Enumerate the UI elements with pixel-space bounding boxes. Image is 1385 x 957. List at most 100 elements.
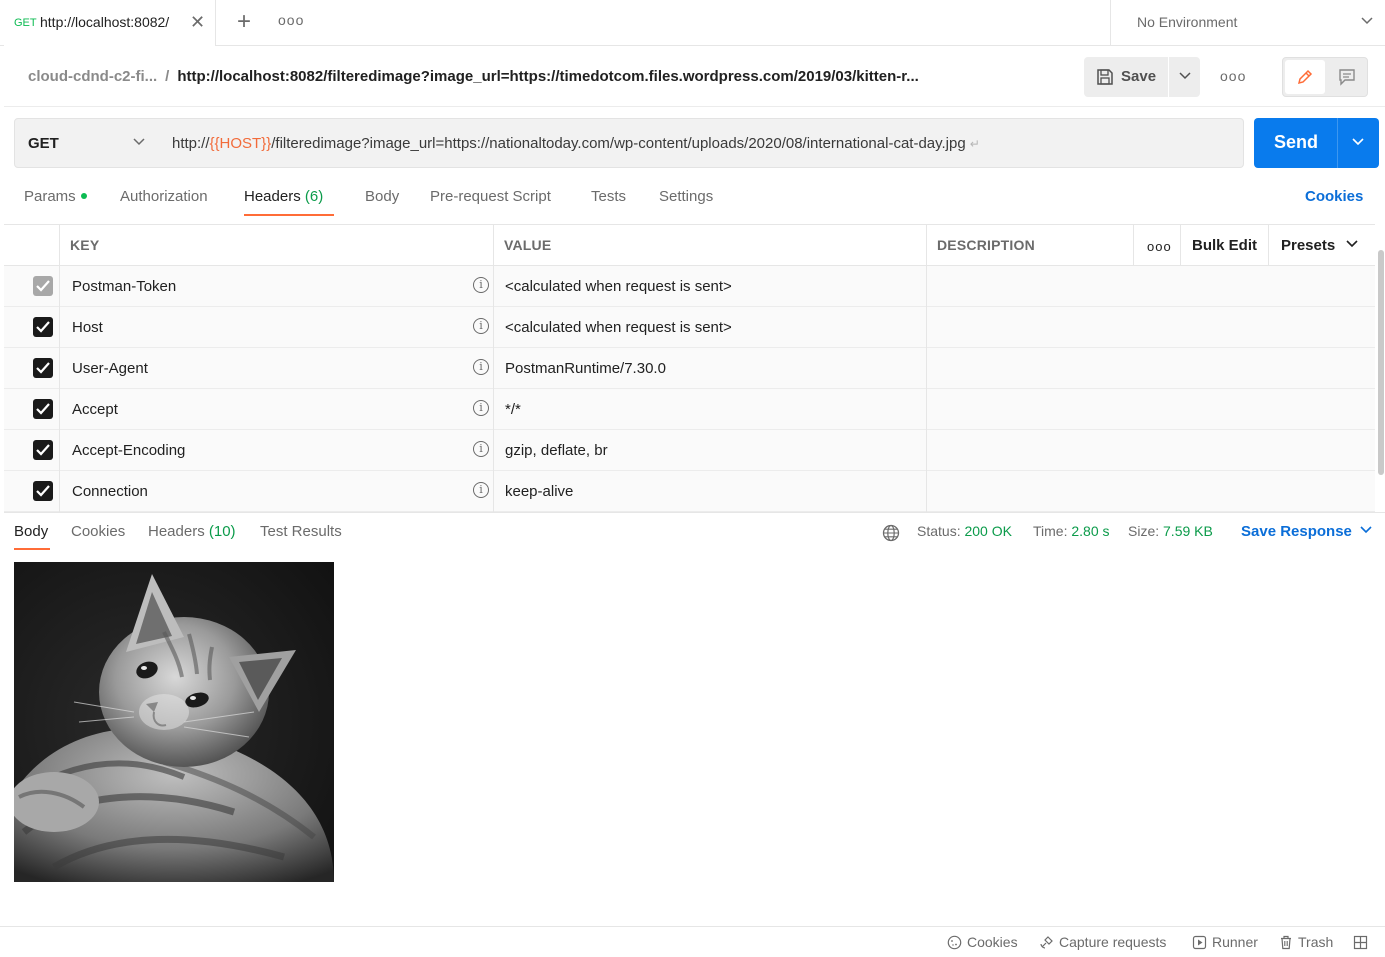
method-select[interactable]: GET: [14, 118, 159, 168]
response-time[interactable]: Time: 2.80 s: [1033, 523, 1110, 539]
status-bar: [0, 926, 1385, 957]
response-tab-body[interactable]: Body: [14, 523, 48, 540]
save-options-button[interactable]: [1170, 57, 1200, 97]
presets-button[interactable]: Presets: [1281, 237, 1335, 254]
url-suffix: /filteredimage?image_url=https://nationa…: [271, 135, 966, 152]
divider: [4, 106, 1385, 107]
tab-tests[interactable]: Tests: [591, 188, 626, 205]
tab-title: http://localhost:8082/: [40, 14, 170, 30]
response-tab-headers-label: Headers: [148, 523, 205, 540]
save-button-group: Save: [1084, 57, 1200, 97]
info-icon[interactable]: i: [473, 318, 489, 334]
runner-button[interactable]: Runner: [1192, 934, 1258, 951]
row-checkbox[interactable]: [33, 317, 53, 337]
send-button-group: Send: [1254, 118, 1379, 168]
url-prefix: http://: [172, 135, 210, 152]
response-tab-test-results[interactable]: Test Results: [260, 523, 342, 540]
send-button[interactable]: Send: [1254, 118, 1338, 168]
new-tab-plus-icon[interactable]: +: [232, 8, 256, 36]
info-icon[interactable]: i: [473, 400, 489, 416]
trash-button[interactable]: Trash: [1279, 934, 1333, 951]
row-checkbox[interactable]: [33, 276, 53, 296]
column-divider: [59, 224, 60, 512]
tab-headers-count: (6): [304, 188, 324, 205]
url-variable[interactable]: {{HOST}}: [210, 135, 272, 152]
chevron-down-icon[interactable]: [1360, 522, 1372, 538]
info-icon[interactable]: i: [473, 359, 489, 375]
table-more-icon[interactable]: ooo: [1147, 239, 1172, 254]
table-row: Host i <calculated when request is sent>: [4, 307, 1375, 348]
globe-icon[interactable]: [882, 524, 900, 545]
row-checkbox[interactable]: [33, 399, 53, 419]
comments-button[interactable]: [1327, 60, 1367, 94]
response-tab-headers[interactable]: Headers (10): [148, 523, 236, 540]
tab-settings[interactable]: Settings: [659, 188, 713, 205]
save-icon: [1096, 68, 1114, 89]
chevron-down-icon: [1361, 13, 1373, 29]
save-button[interactable]: Save: [1084, 57, 1169, 97]
satellite-icon: [1040, 935, 1053, 949]
info-icon[interactable]: i: [473, 482, 489, 498]
layout-toggle-icon[interactable]: [1353, 934, 1373, 951]
method-label: GET: [28, 135, 59, 152]
tab-params[interactable]: Params: [24, 188, 87, 205]
send-options-button[interactable]: [1339, 118, 1379, 168]
edit-mode-button[interactable]: [1285, 60, 1325, 94]
info-icon[interactable]: i: [473, 277, 489, 293]
column-key: KEY: [70, 237, 100, 253]
footer-cookies-label: Cookies: [967, 934, 1018, 950]
capture-requests-button[interactable]: Capture requests: [1039, 934, 1166, 951]
runner-label: Runner: [1212, 934, 1258, 950]
info-icon[interactable]: i: [473, 441, 489, 457]
pencil-icon: [1297, 69, 1313, 85]
breadcrumb-collection[interactable]: cloud-cdnd-c2-fi...: [28, 68, 157, 85]
header-key: Connection: [72, 483, 148, 500]
header-value: keep-alive: [505, 483, 574, 500]
chevron-down-icon: [1352, 134, 1364, 150]
environment-selector[interactable]: No Environment: [1110, 0, 1385, 46]
row-checkbox[interactable]: [33, 440, 53, 460]
header-key: Host: [72, 319, 103, 336]
response-image: [14, 562, 334, 882]
response-status[interactable]: Status: 200 OK: [917, 523, 1012, 539]
bulk-edit-button[interactable]: Bulk Edit: [1192, 237, 1257, 254]
tab-headers[interactable]: Headers (6): [244, 188, 323, 205]
chevron-down-icon[interactable]: [1346, 236, 1358, 252]
chevron-down-icon: [133, 134, 145, 150]
url-text: http://{{HOST}}/filteredimage?image_url=…: [172, 135, 980, 152]
table-row: User-Agent i PostmanRuntime/7.30.0: [4, 348, 1375, 389]
trash-label: Trash: [1298, 934, 1334, 950]
tab-authorization[interactable]: Authorization: [120, 188, 208, 205]
save-label: Save: [1121, 68, 1157, 85]
url-input[interactable]: http://{{HOST}}/filteredimage?image_url=…: [158, 118, 1244, 168]
response-tab-cookies[interactable]: Cookies: [71, 523, 125, 540]
tab-pre-request-script[interactable]: Pre-request Script: [430, 188, 551, 205]
save-response-button[interactable]: Save Response: [1241, 523, 1352, 540]
size-value: 7.59 KB: [1163, 523, 1213, 539]
close-icon[interactable]: ✕: [190, 12, 205, 33]
response-size[interactable]: Size: 7.59 KB: [1128, 523, 1213, 539]
active-tab-underline: [14, 548, 50, 550]
cookies-link[interactable]: Cookies: [1305, 188, 1363, 205]
header-key: Accept: [72, 401, 118, 418]
footer-cookies-button[interactable]: Cookies: [947, 934, 1018, 951]
request-tab[interactable]: GET http://localhost:8082/ ✕: [4, 0, 216, 46]
breadcrumb-separator: /: [165, 68, 170, 85]
chevron-down-icon: [1179, 68, 1191, 84]
tab-body[interactable]: Body: [365, 188, 399, 205]
tab-more-icon[interactable]: ooo: [278, 12, 304, 28]
trash-icon: [1281, 935, 1291, 949]
header-key: Accept-Encoding: [72, 442, 186, 459]
active-tab-underline: [244, 214, 334, 216]
play-icon: [1192, 935, 1207, 949]
request-name[interactable]: http://localhost:8082/filteredimage?imag…: [177, 68, 918, 85]
more-actions-icon[interactable]: ooo: [1220, 68, 1246, 84]
column-divider: [1180, 224, 1181, 266]
tab-params-label: Params: [24, 188, 76, 205]
scrollbar[interactable]: [1378, 250, 1384, 475]
row-checkbox[interactable]: [33, 358, 53, 378]
header-value: */*: [505, 401, 521, 418]
header-value: gzip, deflate, br: [505, 442, 608, 459]
row-checkbox[interactable]: [33, 481, 53, 501]
column-value: VALUE: [504, 237, 552, 253]
